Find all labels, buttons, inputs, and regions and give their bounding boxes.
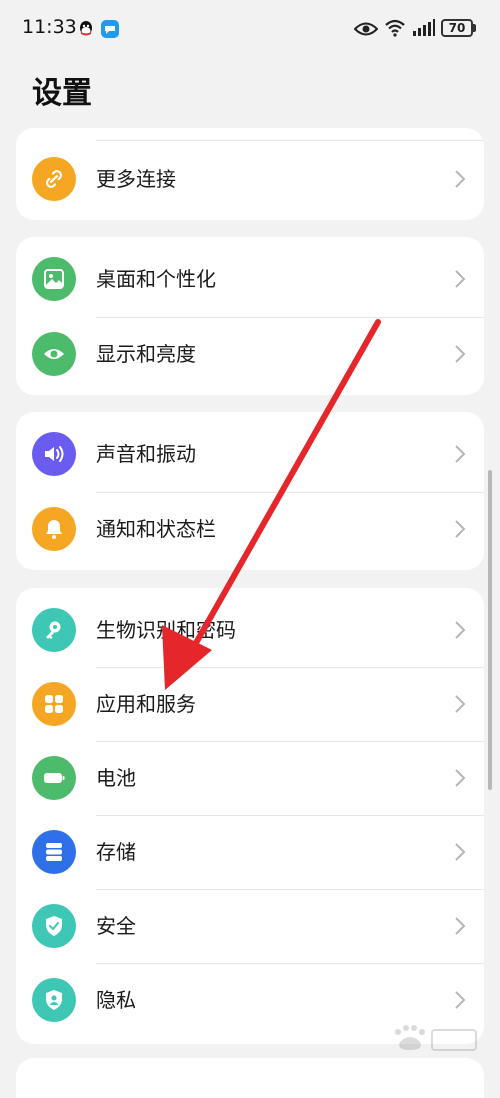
settings-group-next <box>16 1058 484 1098</box>
settings-item-storage[interactable]: 存储 <box>16 815 484 889</box>
settings-item-label: 更多连接 <box>96 167 176 191</box>
wifi-icon <box>385 19 405 37</box>
baidu-jingyan-watermark <box>395 1025 477 1051</box>
settings-item-desktop-personalization[interactable]: 桌面和个性化 <box>16 242 484 316</box>
eye-icon <box>354 22 378 36</box>
settings-group-connections: 更多连接 <box>16 128 484 220</box>
page-title: 设置 <box>32 76 92 111</box>
chevron-right-icon <box>455 695 466 713</box>
settings-item-apps-services[interactable]: 应用和服务 <box>16 667 484 741</box>
divider <box>96 140 484 141</box>
chevron-right-icon <box>455 345 466 363</box>
privacy-icon <box>32 978 76 1022</box>
chevron-right-icon <box>455 170 466 188</box>
chevron-right-icon <box>455 520 466 538</box>
settings-item-display-brightness[interactable]: 显示和亮度 <box>16 317 484 391</box>
settings-item-security[interactable]: 安全 <box>16 889 484 963</box>
settings-item-label: 显示和亮度 <box>96 342 196 366</box>
settings-item-label: 声音和振动 <box>96 442 196 466</box>
chevron-right-icon <box>455 270 466 288</box>
settings-group-personalization: 桌面和个性化 显示和亮度 <box>16 237 484 395</box>
battery-indicator: 70 <box>441 19 473 37</box>
settings-item-label: 通知和状态栏 <box>96 517 216 541</box>
wallpaper-icon <box>32 257 76 301</box>
link-icon <box>32 157 76 201</box>
bell-icon <box>32 507 76 551</box>
chevron-right-icon <box>455 445 466 463</box>
chevron-right-icon <box>455 917 466 935</box>
chevron-right-icon <box>455 991 466 1009</box>
settings-item-label: 应用和服务 <box>96 692 196 716</box>
signal-icon <box>413 19 435 36</box>
qq-icon <box>80 21 92 36</box>
message-icon <box>101 20 119 38</box>
settings-item-sound-vibration[interactable]: 声音和振动 <box>16 417 484 491</box>
storage-icon <box>32 830 76 874</box>
battery-tip <box>473 24 476 32</box>
shield-icon <box>32 904 76 948</box>
settings-item-label: 生物识别和密码 <box>96 618 236 642</box>
key-icon <box>32 608 76 652</box>
settings-item-label: 安全 <box>96 914 136 938</box>
settings-item-biometrics-password[interactable]: 生物识别和密码 <box>16 593 484 667</box>
status-time: 11:33 <box>22 16 77 38</box>
battery-icon <box>32 756 76 800</box>
status-bar: 11:33 70 <box>0 0 500 60</box>
chevron-right-icon <box>455 769 466 787</box>
settings-item-label: 存储 <box>96 840 136 864</box>
scrollbar[interactable] <box>488 470 492 790</box>
settings-group-sound-notifications: 声音和振动 通知和状态栏 <box>16 412 484 570</box>
settings-item-more-connections[interactable]: 更多连接 <box>16 142 484 216</box>
settings-group-system: 生物识别和密码 应用和服务 电池 存储 安全 隐私 <box>16 588 484 1044</box>
eye-display-icon <box>32 332 76 376</box>
chevron-right-icon <box>455 621 466 639</box>
settings-item-label: 桌面和个性化 <box>96 267 216 291</box>
settings-item-label: 隐私 <box>96 988 136 1012</box>
settings-item-label: 电池 <box>96 766 136 790</box>
apps-icon <box>32 682 76 726</box>
chevron-right-icon <box>455 843 466 861</box>
settings-item-battery[interactable]: 电池 <box>16 741 484 815</box>
speaker-icon <box>32 432 76 476</box>
settings-item-notifications-status-bar[interactable]: 通知和状态栏 <box>16 492 484 566</box>
